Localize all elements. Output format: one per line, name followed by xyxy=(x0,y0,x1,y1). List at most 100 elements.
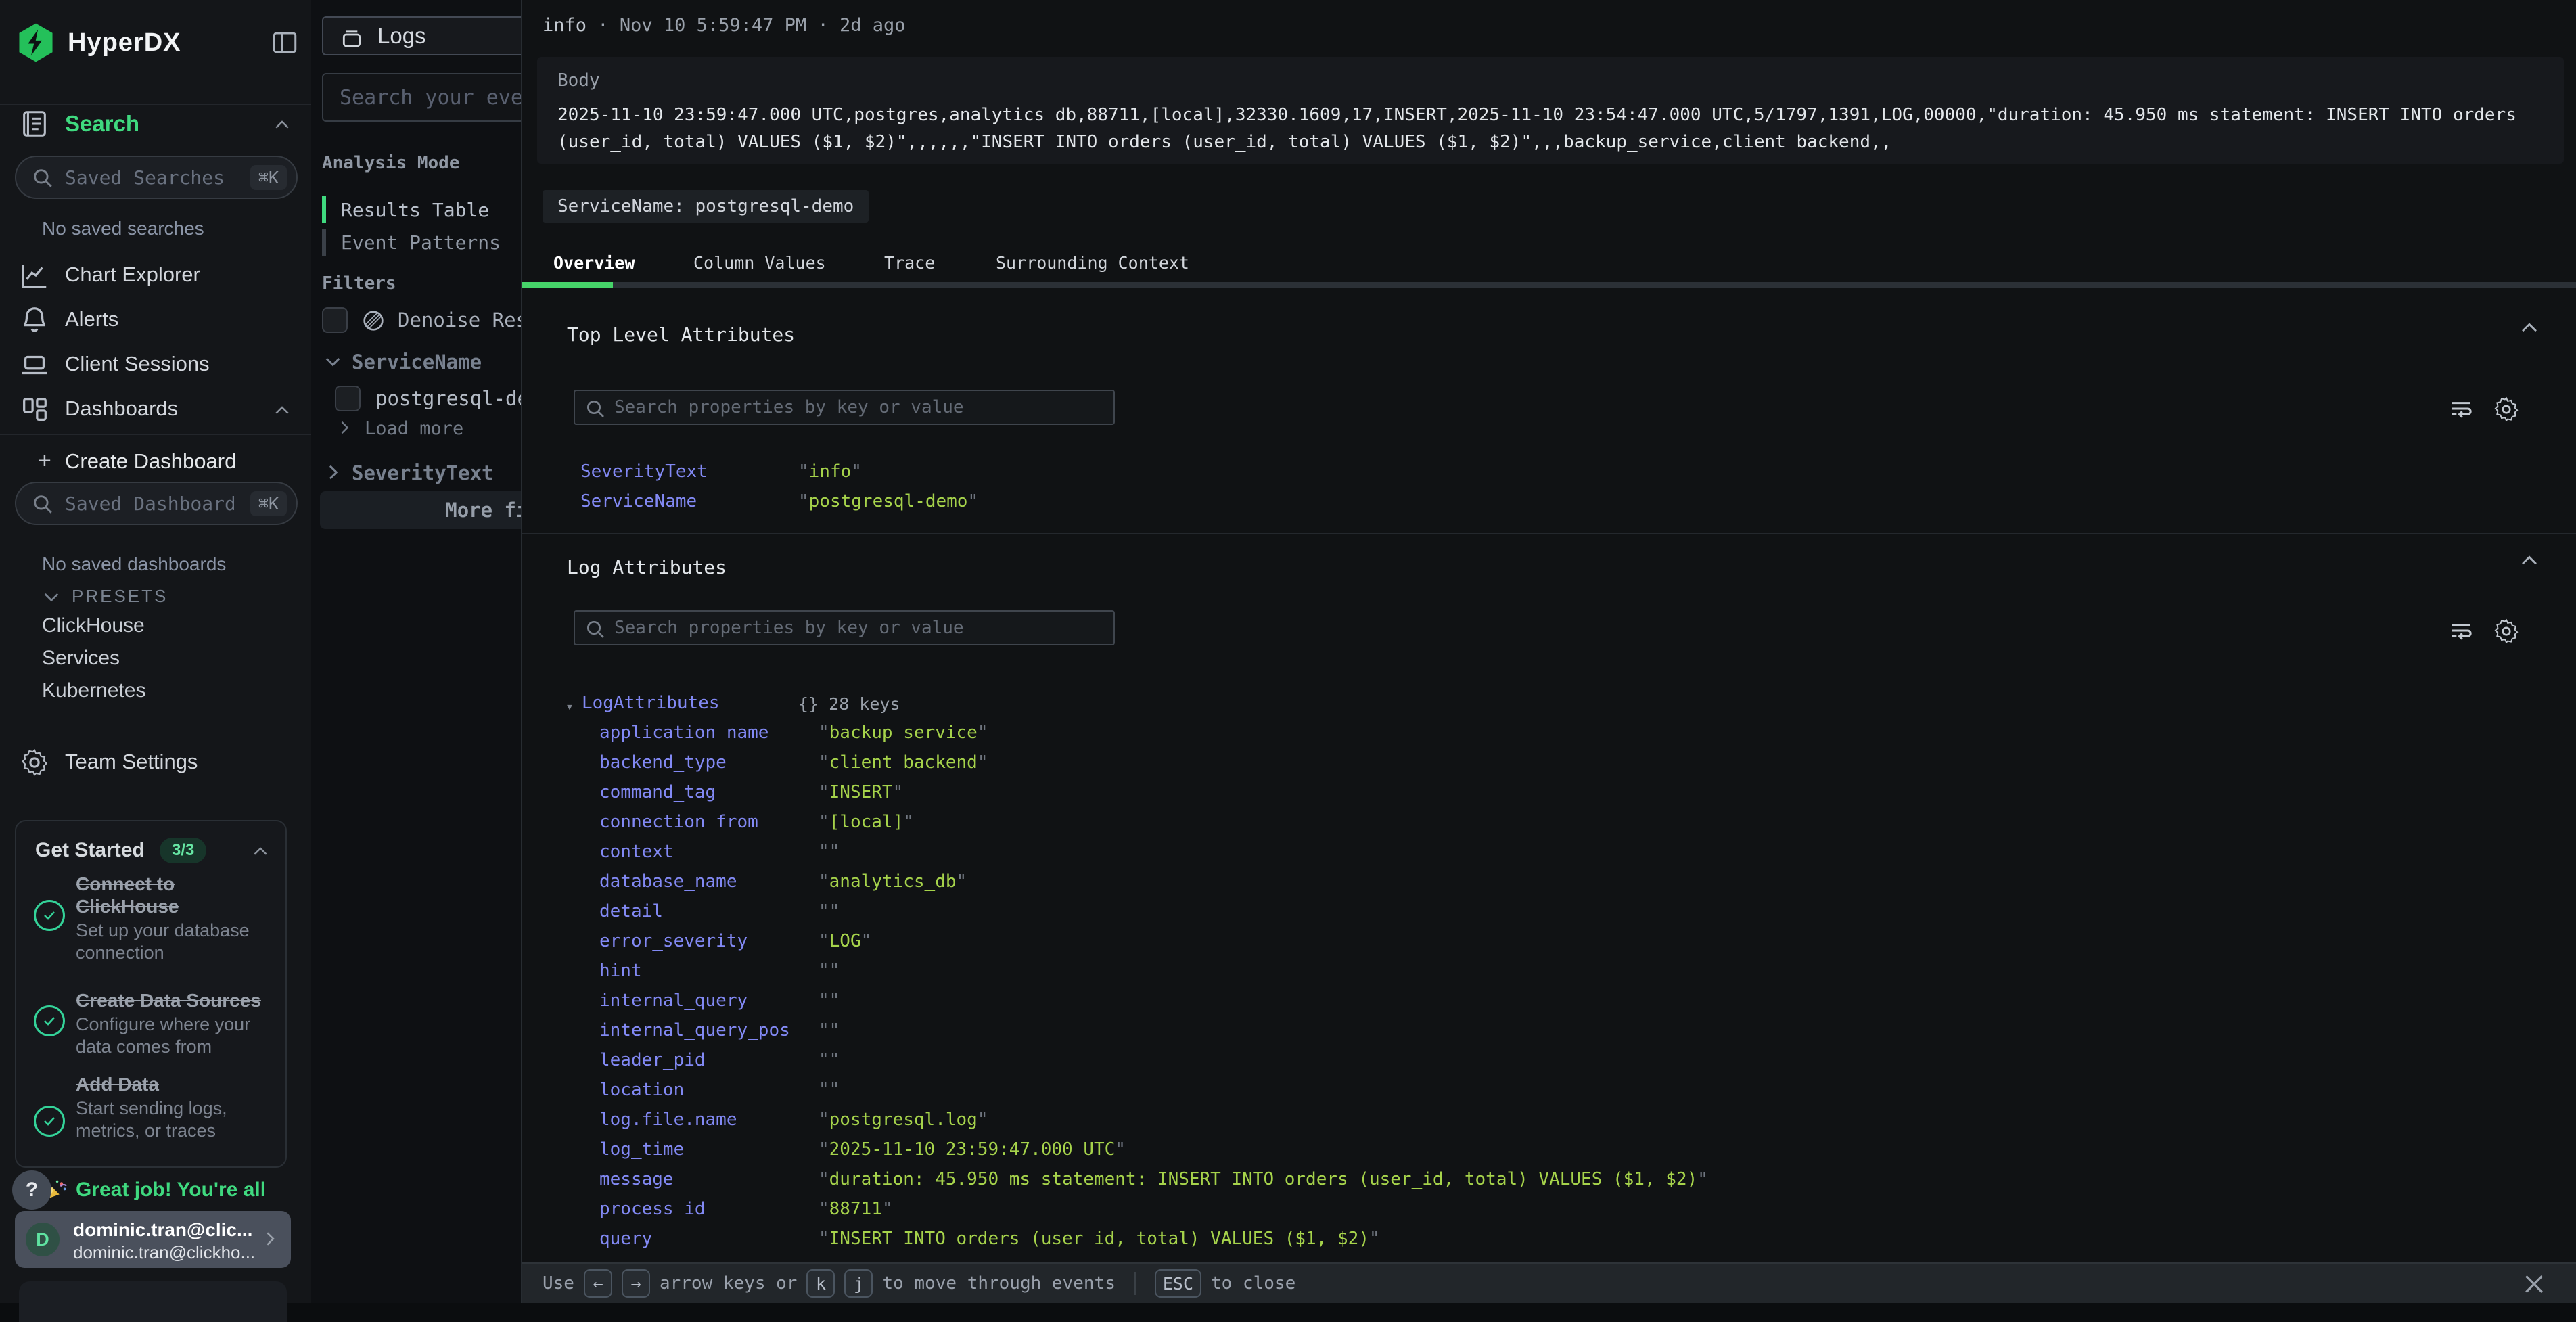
help-button[interactable]: ? xyxy=(12,1170,51,1210)
attribute-row[interactable]: database_name analytics_db xyxy=(522,871,2552,901)
attribute-key[interactable]: internal_query_pos xyxy=(599,1020,790,1041)
attribute-row[interactable]: hint xyxy=(522,961,2552,990)
attribute-value[interactable] xyxy=(819,1020,840,1041)
attribute-key[interactable]: location xyxy=(599,1080,684,1100)
sidebar-item-alerts[interactable]: Alerts xyxy=(0,302,311,340)
preset-item[interactable]: ClickHouse xyxy=(42,614,145,637)
attribute-key[interactable]: detail xyxy=(599,901,663,921)
tree-expand-icon[interactable]: ▾ xyxy=(566,698,574,714)
attribute-row[interactable]: message duration: 45.950 ms statement: I… xyxy=(522,1169,2552,1199)
attribute-value[interactable] xyxy=(819,901,840,921)
attribute-row[interactable]: internal_query xyxy=(522,990,2552,1020)
attribute-key[interactable]: log_time xyxy=(599,1139,684,1160)
saved-searches-input[interactable] xyxy=(65,161,234,193)
attribute-value[interactable] xyxy=(819,842,840,862)
sidebar-item-search[interactable]: Search xyxy=(0,106,311,143)
attribute-row[interactable]: log.file.name postgresql.log xyxy=(522,1110,2552,1139)
attribute-key[interactable]: error_severity xyxy=(599,931,748,951)
tab-trace[interactable]: Trace xyxy=(884,253,935,273)
attribute-value[interactable]: duration: 45.950 ms statement: INSERT IN… xyxy=(819,1169,1708,1189)
attribute-value[interactable]: 88711 xyxy=(819,1199,893,1219)
attribute-row[interactable]: backend_type client backend xyxy=(522,752,2552,782)
log-attributes-search[interactable] xyxy=(574,610,1115,645)
get-started-item[interactable]: Create Data Sources Configure where your… xyxy=(76,989,264,1058)
attribute-value[interactable]: postgresql-demo xyxy=(798,491,978,511)
attribute-value[interactable]: INSERT INTO orders (user_id, total) VALU… xyxy=(819,1229,1380,1249)
sidebar-item-client-sessions[interactable]: Client Sessions xyxy=(0,346,311,384)
attribute-row[interactable]: detail xyxy=(522,901,2552,931)
attribute-key[interactable]: LogAttributes xyxy=(582,693,720,713)
attribute-key[interactable]: connection_from xyxy=(599,812,758,832)
attribute-key[interactable]: leader_pid xyxy=(599,1050,706,1070)
filter-group-servicename[interactable]: ServiceName xyxy=(322,350,344,372)
attribute-key[interactable]: context xyxy=(599,842,674,862)
attribute-row[interactable]: log_time 2025-11-10 23:59:47.000 UTC xyxy=(522,1139,2552,1169)
log-attributes-search-input[interactable] xyxy=(614,614,1101,641)
attribute-value[interactable]: [local] xyxy=(819,812,914,832)
attribute-key[interactable]: application_name xyxy=(599,723,768,743)
attribute-key[interactable]: backend_type xyxy=(599,752,727,773)
attribute-key[interactable]: log.file.name xyxy=(599,1110,737,1130)
preset-item[interactable]: Services xyxy=(42,647,120,670)
close-icon[interactable] xyxy=(2521,1271,2548,1298)
tab-column-values[interactable]: Column Values xyxy=(693,253,826,273)
denoise-checkbox[interactable] xyxy=(322,307,348,333)
sidebar-item-chart-explorer[interactable]: Chart Explorer xyxy=(0,257,311,295)
service-name-tag[interactable]: ServiceName: postgresql-demo xyxy=(543,190,869,223)
attribute-row[interactable]: context xyxy=(522,842,2552,871)
attribute-value[interactable] xyxy=(819,961,840,981)
attribute-value[interactable] xyxy=(819,1050,840,1070)
attribute-key[interactable]: query xyxy=(599,1229,652,1249)
preset-item[interactable]: Kubernetes xyxy=(42,679,145,702)
sidebar-item-team-settings[interactable]: Team Settings xyxy=(0,744,311,782)
attribute-key[interactable]: SeverityText xyxy=(580,461,708,482)
attribute-row[interactable]: connection_from [local] xyxy=(522,812,2552,842)
user-profile-chip[interactable]: D dominic.tran@clic... dominic.tran@clic… xyxy=(15,1211,291,1268)
attribute-key[interactable]: process_id xyxy=(599,1199,706,1219)
sidebar-item-dashboards[interactable]: Dashboards xyxy=(0,391,311,429)
attribute-key[interactable]: database_name xyxy=(599,871,737,892)
attribute-value[interactable]: client backend xyxy=(819,752,988,773)
section-collapse-icon[interactable] xyxy=(2518,549,2541,572)
attribute-row[interactable]: query INSERT INTO orders (user_id, total… xyxy=(522,1229,2552,1258)
gear-icon[interactable] xyxy=(2492,617,2521,645)
attribute-value[interactable] xyxy=(819,1080,840,1100)
filter-group-severitytext[interactable]: SeverityText xyxy=(322,461,344,483)
attribute-value[interactable]: LOG xyxy=(819,931,871,951)
attribute-key[interactable]: ServiceName xyxy=(580,491,697,511)
attribute-row[interactable]: application_name backup_service xyxy=(522,723,2552,752)
sidebar-collapse-icon[interactable] xyxy=(271,28,299,57)
attribute-value[interactable] xyxy=(819,990,840,1011)
get-started-item[interactable]: Connect to ClickHouse Set up your databa… xyxy=(76,873,264,964)
attribute-row[interactable]: error_severity LOG xyxy=(522,931,2552,961)
attribute-value[interactable]: INSERT xyxy=(819,782,903,802)
presets-toggle[interactable]: PRESETS xyxy=(41,586,62,608)
tab-overview[interactable]: Overview xyxy=(553,253,635,273)
attribute-row[interactable]: leader_pid xyxy=(522,1050,2552,1080)
wrap-text-icon[interactable] xyxy=(2447,617,2475,644)
top-level-search[interactable] xyxy=(574,390,1115,425)
log-attributes-parent-row[interactable]: ▾ LogAttributes {} 28 keys xyxy=(522,693,1875,723)
gear-icon[interactable] xyxy=(2492,395,2521,424)
saved-dashboards-input[interactable] xyxy=(65,487,234,520)
saved-searches-search[interactable]: ⌘K xyxy=(15,156,298,199)
get-started-item[interactable]: Add Data Start sending logs, metrics, or… xyxy=(76,1073,264,1142)
attribute-row[interactable]: internal_query_pos xyxy=(522,1020,2552,1050)
tab-surrounding-context[interactable]: Surrounding Context xyxy=(996,253,1189,273)
attribute-row[interactable]: command_tag INSERT xyxy=(522,782,2552,812)
attribute-value[interactable]: backup_service xyxy=(819,723,988,743)
attribute-value[interactable]: postgresql.log xyxy=(819,1110,988,1130)
attribute-key[interactable]: hint xyxy=(599,961,642,981)
attribute-key[interactable]: command_tag xyxy=(599,782,716,802)
attribute-key[interactable]: internal_query xyxy=(599,990,748,1011)
attribute-key[interactable]: message xyxy=(599,1169,674,1189)
saved-dashboards-search[interactable]: ⌘K xyxy=(15,482,298,525)
attribute-value[interactable]: info xyxy=(798,461,862,482)
top-level-search-input[interactable] xyxy=(614,394,1101,421)
filter-option-checkbox[interactable] xyxy=(335,386,361,411)
attribute-value[interactable]: analytics_db xyxy=(819,871,967,892)
attribute-row[interactable]: location xyxy=(522,1080,2552,1110)
attribute-row[interactable]: process_id 88711 xyxy=(522,1199,2552,1229)
wrap-text-icon[interactable] xyxy=(2447,395,2475,422)
attribute-value[interactable]: 2025-11-10 23:59:47.000 UTC xyxy=(819,1139,1126,1160)
